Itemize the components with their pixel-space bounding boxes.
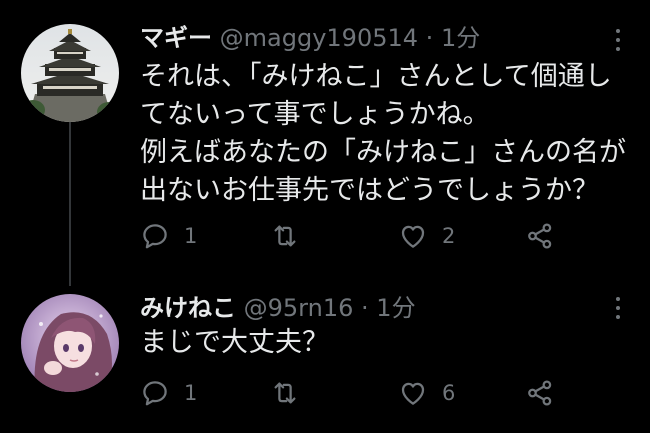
reply-button[interactable]: 1	[140, 376, 197, 410]
handle[interactable]: @95rn16	[244, 294, 354, 322]
share-icon	[528, 380, 552, 406]
tweet[interactable]: みけねこ @95rn16 · 1分 まじで大丈夫？ 1 6	[0, 280, 650, 433]
timestamp[interactable]: 1分	[441, 24, 480, 52]
retweet-button[interactable]	[270, 376, 314, 410]
more-options-icon[interactable]	[608, 26, 628, 54]
timestamp[interactable]: 1分	[376, 294, 415, 322]
reply-icon	[143, 224, 167, 249]
retweet-button[interactable]	[270, 219, 314, 253]
reply-count: 1	[184, 381, 198, 405]
reply-button[interactable]: 1	[140, 219, 197, 253]
display-name[interactable]: みけねこ	[140, 294, 236, 322]
more-options-icon[interactable]	[608, 294, 628, 322]
tweet-header: マギー @maggy190514 · 1分	[140, 23, 480, 53]
anime-girl-avatar-icon	[21, 294, 119, 392]
tweet-actions: 1 2	[140, 219, 620, 253]
reply-icon	[143, 381, 167, 406]
heart-icon	[401, 225, 425, 248]
like-button[interactable]: 2	[398, 219, 455, 253]
avatar[interactable]	[21, 24, 119, 122]
separator: ·	[425, 24, 434, 52]
retweet-icon	[274, 382, 296, 404]
handle[interactable]: @maggy190514	[220, 24, 418, 52]
like-count: 6	[442, 381, 456, 405]
share-icon	[528, 223, 552, 249]
like-button[interactable]: 6	[398, 376, 455, 410]
separator: ·	[361, 294, 369, 322]
display-name[interactable]: マギー	[140, 24, 212, 52]
tweet-actions: 1 6	[140, 376, 620, 410]
share-button[interactable]	[525, 376, 555, 410]
tweet-header: みけねこ @95rn16 · 1分	[140, 293, 416, 323]
tweet-text: それは、「みけねこ」さんとして個通してないって事でしょうかね。 例えばあなたの「…	[140, 61, 626, 206]
like-count: 2	[442, 224, 456, 248]
avatar[interactable]	[21, 294, 119, 392]
heart-icon	[401, 382, 425, 405]
reply-count: 1	[184, 224, 198, 248]
tweet-text: まじで大丈夫？	[140, 327, 329, 358]
retweet-icon	[274, 225, 296, 247]
castle-avatar-icon	[21, 24, 119, 122]
tweet[interactable]: マギー @maggy190514 · 1分 それは、「みけねこ」さんとして個通し…	[0, 0, 650, 280]
share-button[interactable]	[525, 219, 555, 253]
